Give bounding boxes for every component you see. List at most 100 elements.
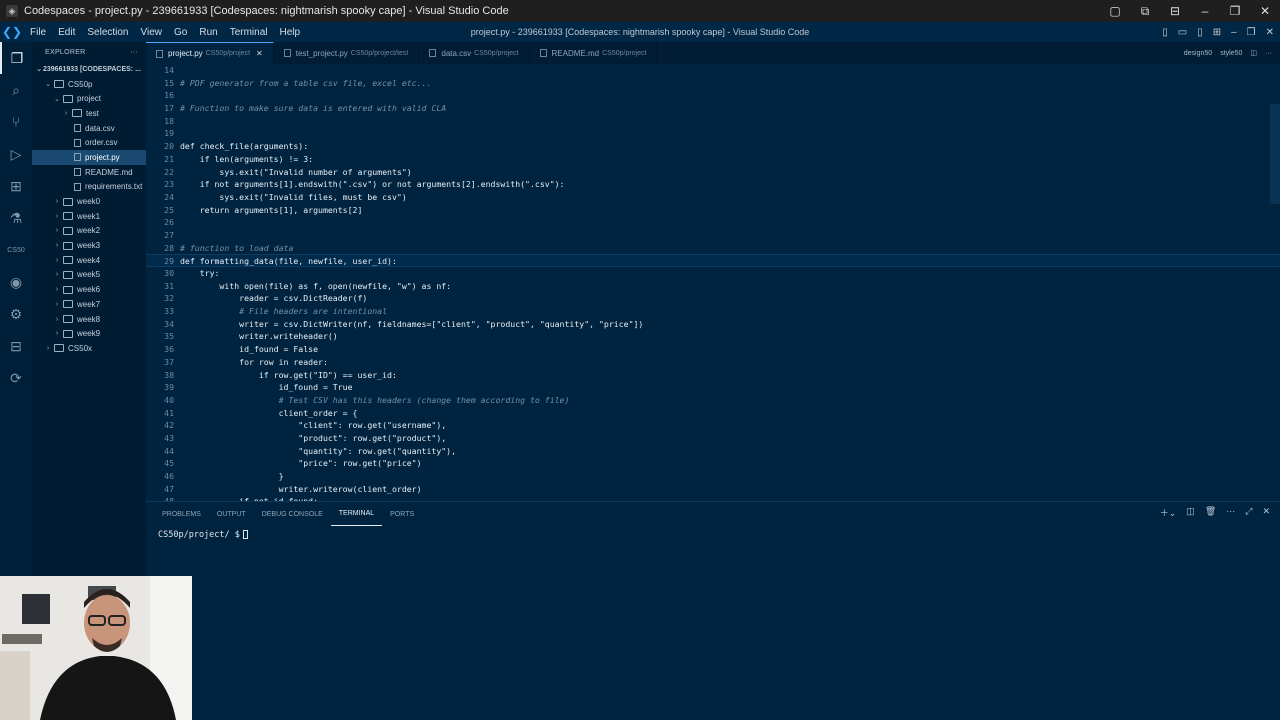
style50-button[interactable]: style50 <box>1220 50 1242 57</box>
tab-readme-md[interactable]: README.md CS50p/project <box>530 42 658 64</box>
folder-item[interactable]: › test <box>32 106 146 121</box>
menu-selection[interactable]: Selection <box>81 27 134 38</box>
window-close-button[interactable]: ✕ <box>1266 27 1274 38</box>
line-number: 33 <box>164 306 174 317</box>
design50-button[interactable]: design50 <box>1184 50 1212 57</box>
cs50-icon[interactable]: CS50 <box>0 234 32 266</box>
more-actions-icon[interactable]: ··· <box>130 49 138 56</box>
line-number: 30 <box>164 268 174 278</box>
tab-test-project-py[interactable]: test_project.py CS50p/project/test <box>274 42 420 64</box>
toggle-panel-icon[interactable]: ▭ <box>1178 27 1187 38</box>
duck-icon[interactable]: ◉ <box>0 266 32 298</box>
source-control-icon[interactable]: ⑂ <box>0 106 32 138</box>
folder-icon <box>63 241 73 250</box>
folder-item[interactable]: › week5 <box>32 268 146 283</box>
menu-terminal[interactable]: Terminal <box>224 27 274 38</box>
share-icon[interactable]: ⧉ <box>1130 4 1160 19</box>
toggle-sidebar-icon[interactable]: ▯ <box>1162 27 1168 38</box>
folder-icon <box>63 270 73 279</box>
close-window-button[interactable]: ✕ <box>1250 4 1280 18</box>
line-text: # Test CSV has this headers (change them… <box>180 394 570 405</box>
line-text: # PDF generator from a table csv file, e… <box>180 77 432 88</box>
tab-output[interactable]: OUTPUT <box>209 502 254 526</box>
terminal[interactable]: CS50p/project/ $ <box>146 526 1280 544</box>
menu-view[interactable]: View <box>135 27 169 38</box>
folder-item[interactable]: › week2 <box>32 224 146 239</box>
folder-item[interactable]: › week3 <box>32 238 146 253</box>
more-actions-icon[interactable]: ··· <box>1226 506 1235 519</box>
extensions-icon[interactable]: ⊟ <box>1160 4 1190 18</box>
menu-file[interactable]: File <box>24 27 52 38</box>
toggle-secondary-icon[interactable]: ▯ <box>1197 27 1203 38</box>
run-debug-icon[interactable]: ▷ <box>0 138 32 170</box>
folder-item[interactable]: › week8 <box>32 312 146 327</box>
file-icon <box>74 124 81 133</box>
folder-item[interactable]: › week4 <box>32 253 146 268</box>
database-icon[interactable]: ⊟ <box>0 330 32 362</box>
explorer-icon[interactable]: ❐ <box>0 42 32 74</box>
line-number: 37 <box>164 356 174 367</box>
editor-scrollbar[interactable] <box>1270 104 1280 204</box>
file-item[interactable]: requirements.txt <box>32 180 146 195</box>
menu-help[interactable]: Help <box>274 27 307 38</box>
testing-icon[interactable]: ⚗ <box>0 202 32 234</box>
csv-file-icon <box>429 49 437 57</box>
window-restore-button[interactable]: ❐ <box>1247 27 1256 38</box>
split-terminal-icon[interactable]: ◫ <box>1186 506 1195 519</box>
file-item[interactable]: README.md <box>32 165 146 180</box>
profile-icon[interactable]: ▢ <box>1100 4 1130 18</box>
file-item[interactable]: order.csv <box>32 135 146 150</box>
file-item[interactable]: project.py <box>32 150 146 165</box>
file-tree: ⌄ CS50p ⌄ project › test data.csv order.csv proj… <box>32 77 146 356</box>
search-icon[interactable]: ⌕ <box>0 74 32 106</box>
tab-debug-console[interactable]: DEBUG CONSOLE <box>254 502 331 526</box>
tree-item-label: requirements.txt <box>85 182 143 192</box>
line-number: 15 <box>164 77 174 88</box>
close-panel-icon[interactable]: ✕ <box>1262 506 1270 519</box>
folder-item[interactable]: › week9 <box>32 326 146 341</box>
remote-explorer-icon[interactable]: ⟳ <box>0 362 32 394</box>
window-minimize-button[interactable]: – <box>1231 27 1237 38</box>
close-tab-icon[interactable]: ✕ <box>256 49 263 58</box>
line-text: # Function to make sure data is entered … <box>180 103 447 114</box>
workspace-root-label: 239661933 [CODESPACES: ... <box>43 65 141 73</box>
tab-ports[interactable]: PORTS <box>382 502 422 526</box>
workspace-root[interactable]: ⌄ 239661933 [CODESPACES: ... <box>32 62 146 77</box>
line-number: 16 <box>164 90 174 101</box>
line-text: id_found = False <box>180 344 319 355</box>
bottom-panel: PROBLEMS OUTPUT DEBUG CONSOLE TERMINAL P… <box>146 501 1280 720</box>
tree-item-label: CS50x <box>68 343 93 353</box>
kill-terminal-icon[interactable]: 🗑 <box>1205 506 1216 519</box>
extensions-icon[interactable]: ⊞ <box>0 170 32 202</box>
github-icon[interactable]: ⚙ <box>0 298 32 330</box>
folder-item[interactable]: › week6 <box>32 282 146 297</box>
tab-problems[interactable]: PROBLEMS <box>154 502 209 526</box>
code-line: 36 id_found = False <box>146 343 1280 356</box>
split-editor-icon[interactable]: ◫ <box>1250 49 1257 57</box>
folder-item[interactable]: › week0 <box>32 194 146 209</box>
layout-icon[interactable]: ⊞ <box>1213 27 1221 38</box>
folder-item[interactable]: › week1 <box>32 209 146 224</box>
folder-icon <box>63 285 73 294</box>
new-terminal-icon[interactable]: ＋⌄ <box>1160 506 1177 519</box>
menu-run[interactable]: Run <box>193 27 223 38</box>
menu-go[interactable]: Go <box>168 27 193 38</box>
tab-data-csv[interactable]: data.csv CS50p/project <box>419 42 530 64</box>
tab-terminal[interactable]: TERMINAL <box>330 502 383 526</box>
more-actions-icon[interactable]: ··· <box>1265 50 1272 57</box>
line-number: 28 <box>164 242 174 253</box>
tab-project-py[interactable]: project.py CS50p/project ✕ <box>146 42 274 64</box>
minimize-button[interactable]: – <box>1190 4 1220 18</box>
code-editor[interactable]: 14 15 # PDF generator from a table csv fil… <box>146 64 1280 501</box>
maximize-button[interactable]: ❐ <box>1220 4 1250 18</box>
menu-edit[interactable]: Edit <box>52 27 81 38</box>
folder-item[interactable]: ⌄ project <box>32 91 146 106</box>
maximize-panel-icon[interactable]: ⤢ <box>1245 506 1252 519</box>
code-line: 25 return arguments[1], arguments[2] <box>146 204 1280 217</box>
folder-item[interactable]: ⌄ CS50p <box>32 77 146 92</box>
line-number: 17 <box>164 103 174 114</box>
file-item[interactable]: data.csv <box>32 121 146 136</box>
explorer-header: EXPLORER ··· <box>32 42 146 62</box>
folder-item[interactable]: › week7 <box>32 297 146 312</box>
folder-item[interactable]: › CS50x <box>32 341 146 356</box>
